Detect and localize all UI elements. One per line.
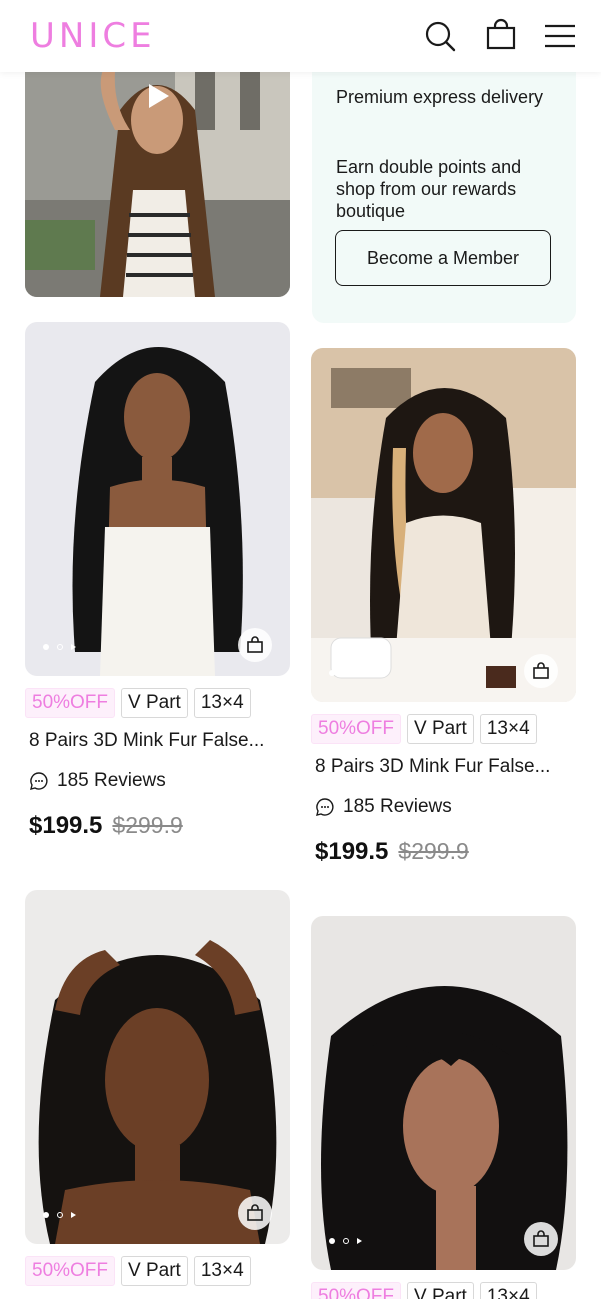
add-to-cart-button[interactable] xyxy=(238,628,272,662)
logo[interactable]: UNICE xyxy=(30,16,156,56)
original-price: $299.9 xyxy=(112,812,183,838)
part-tag: V Part xyxy=(407,1282,474,1299)
chat-icon xyxy=(316,798,334,816)
cart-icon xyxy=(533,662,549,679)
add-to-cart-button[interactable] xyxy=(238,1196,272,1230)
image-pager[interactable] xyxy=(43,644,76,650)
original-price: $299.9 xyxy=(398,838,469,864)
product-card[interactable]: 50%OFF V Part 13×4 xyxy=(25,890,290,1286)
price-row: $199.5 $299.9 xyxy=(311,838,576,866)
price: $199.5 xyxy=(29,812,103,839)
part-tag: V Part xyxy=(121,688,188,718)
benefit-delivery: Premium express delivery xyxy=(336,87,544,107)
discount-tag: 50%OFF xyxy=(25,1256,116,1286)
bag-icon[interactable] xyxy=(483,18,519,54)
product-card[interactable]: 50%OFF V Part 13×4 8 Pairs 3D Mink Fur F… xyxy=(25,322,290,840)
discount-tag: 50%OFF xyxy=(311,714,402,744)
tag-list: 50%OFF V Part 13×4 xyxy=(311,714,576,744)
tag-list: 50%OFF V Part 13×4 xyxy=(25,1256,290,1286)
part-tag: V Part xyxy=(407,714,474,744)
reviews-link[interactable]: 185 Reviews xyxy=(311,796,576,818)
menu-icon[interactable] xyxy=(542,18,578,54)
price-row: $199.5 $299.9 xyxy=(25,812,290,840)
cart-icon xyxy=(247,1204,263,1221)
add-to-cart-button[interactable] xyxy=(524,654,558,688)
size-tag: 13×4 xyxy=(193,1256,251,1286)
tag-list: 50%OFF V Part 13×4 xyxy=(25,688,290,718)
image-pager[interactable] xyxy=(329,1238,362,1244)
discount-tag: 50%OFF xyxy=(311,1282,402,1299)
review-count: 185 Reviews xyxy=(343,796,452,817)
become-member-button[interactable]: Become a Member xyxy=(335,230,551,286)
cart-icon xyxy=(533,1230,549,1247)
product-card[interactable]: 50%OFF V Part 13×4 8 Pairs 3D Mink Fur F… xyxy=(311,348,576,866)
discount-tag: 50%OFF xyxy=(25,688,116,718)
benefit-points: Earn double points and shop from our rew… xyxy=(336,157,522,221)
search-icon[interactable] xyxy=(422,18,458,54)
play-icon[interactable] xyxy=(147,82,171,110)
review-count: 185 Reviews xyxy=(57,770,166,791)
video-card[interactable] xyxy=(25,50,290,297)
video-thumbnail[interactable] xyxy=(25,50,290,297)
product-title[interactable]: 8 Pairs 3D Mink Fur False... xyxy=(311,756,576,778)
membership-panel: Premium express delivery Earn double poi… xyxy=(312,40,576,323)
product-image[interactable] xyxy=(311,348,576,702)
site-header: UNICE xyxy=(0,0,601,72)
image-pager[interactable] xyxy=(43,1212,76,1218)
chat-icon xyxy=(30,772,48,790)
size-tag: 13×4 xyxy=(479,714,537,744)
price: $199.5 xyxy=(315,838,389,865)
add-to-cart-button[interactable] xyxy=(524,1222,558,1256)
reviews-link[interactable]: 185 Reviews xyxy=(25,770,290,792)
tag-list: 50%OFF V Part 13×4 xyxy=(311,1282,576,1299)
product-image[interactable] xyxy=(25,890,290,1244)
image-pager[interactable] xyxy=(329,670,362,676)
product-card[interactable]: 50%OFF V Part 13×4 xyxy=(311,916,576,1299)
size-tag: 13×4 xyxy=(193,688,251,718)
product-image[interactable] xyxy=(311,916,576,1270)
part-tag: V Part xyxy=(121,1256,188,1286)
product-image[interactable] xyxy=(25,322,290,676)
product-title[interactable]: 8 Pairs 3D Mink Fur False... xyxy=(25,730,290,752)
size-tag: 13×4 xyxy=(479,1282,537,1299)
cart-icon xyxy=(247,636,263,653)
